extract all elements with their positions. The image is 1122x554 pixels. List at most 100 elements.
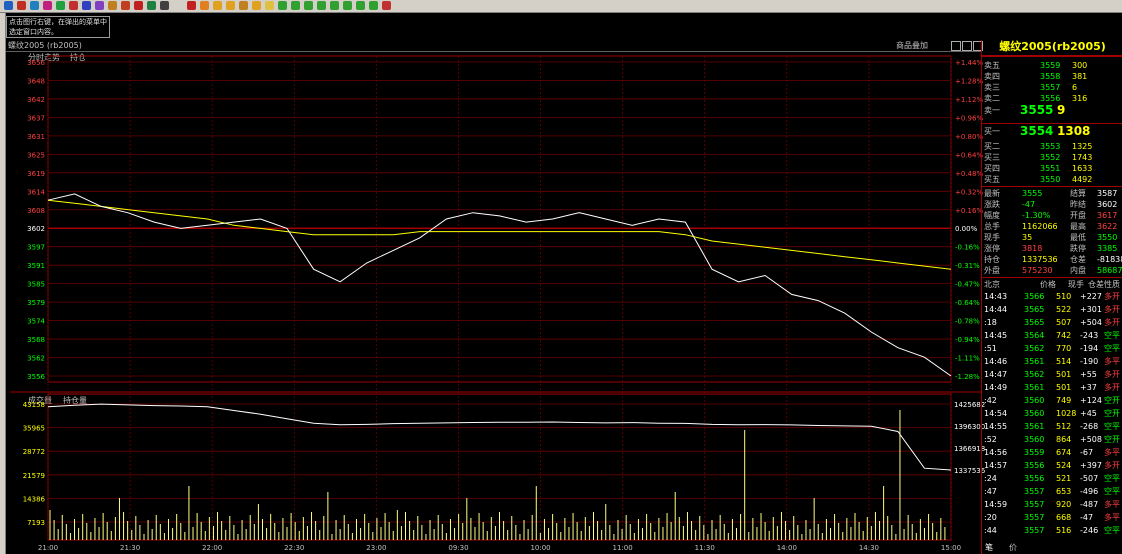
trade-row: :20 3557 668 -47 多平 (982, 512, 1122, 523)
stat-label: 持仓 (984, 255, 1000, 264)
stat-label: 仓差 (1070, 255, 1086, 264)
stat-label: 跌停 (1070, 244, 1086, 253)
trade-nature: 多开 (1104, 370, 1120, 379)
ask-volume: 9 (1057, 103, 1066, 117)
price-tick: 3602 (27, 225, 45, 233)
grid (10, 55, 981, 541)
trade-price: 3560 (1024, 409, 1045, 418)
pct-tick: +0.80% (955, 133, 983, 141)
stat-label: 幅度 (984, 211, 1000, 220)
trade-nature: 空平 (1104, 474, 1120, 483)
bid-volume: 4492 (1072, 175, 1093, 184)
trade-time: :20 (984, 513, 997, 522)
trade-row: :44 3557 516 -246 空平 (982, 525, 1122, 536)
stat-value: -1.30% (1022, 211, 1051, 220)
pct-tick: +0.64% (955, 151, 983, 159)
trade-nature: 多开 (1104, 305, 1120, 314)
trade-price: 3557 (1024, 526, 1045, 535)
tab-ticks[interactable]: 笔 (985, 542, 993, 553)
quote-title: 螺纹2005(rb2005) (999, 40, 1106, 53)
trade-volume: 920 (1056, 500, 1072, 509)
bid-row: 买三 3552 1743 (982, 152, 1122, 163)
stat-value: -47 (1022, 200, 1036, 209)
trade-oi-change: -507 (1080, 474, 1099, 483)
trade-volume: 864 (1056, 435, 1072, 444)
pct-tick: -0.16% (955, 244, 980, 252)
trade-time: :52 (984, 435, 997, 444)
trade-volume: 742 (1056, 331, 1072, 340)
intraday-chart[interactable]: 3656 3648 3642 3637 3631 3625 3619 3614 3608 3602… (0, 0, 1122, 554)
price-tick: 3608 (27, 207, 45, 215)
trade-volume: 1028 (1056, 409, 1077, 418)
ask-row: 卖四 3558 381 (982, 71, 1122, 82)
trade-nature: 空开 (1104, 409, 1120, 418)
stat-value: 575230 (1022, 266, 1053, 275)
trade-row: :42 3560 749 +124 空开 (982, 395, 1122, 406)
trade-volume: 507 (1056, 318, 1072, 327)
tab-price[interactable]: 价 (1009, 542, 1017, 553)
trade-price: 3556 (1024, 461, 1045, 470)
time-tick: 21:00 (38, 544, 58, 552)
trade-nature: 多平 (1104, 513, 1120, 522)
bid-label: 买二 (984, 142, 1000, 151)
trade-volume: 514 (1056, 357, 1072, 366)
ask-price: 3555 (1020, 103, 1054, 117)
trade-nature: 多开 (1104, 461, 1120, 470)
trade-oi-change: -246 (1080, 526, 1099, 535)
ask-volume: 300 (1072, 61, 1088, 70)
ask-price: 3558 (1040, 72, 1061, 81)
trade-price: 3560 (1024, 435, 1045, 444)
trade-nature: 空平 (1104, 344, 1120, 353)
pct-tick: -0.64% (955, 299, 980, 307)
pct-tick: +0.48% (955, 170, 983, 178)
trade-volume: 770 (1056, 344, 1072, 353)
trade-oi-change: +37 (1080, 383, 1097, 392)
time-tick: 14:00 (777, 544, 797, 552)
trade-price: 3565 (1024, 305, 1045, 314)
price-tick: 3585 (27, 281, 45, 289)
trade-volume: 516 (1056, 526, 1072, 535)
stat-value: 3550 (1097, 233, 1118, 242)
pct-tick: -1.28% (955, 373, 980, 381)
time-tick: 21:30 (120, 544, 140, 552)
bid-price: 3553 (1040, 142, 1061, 151)
stat-row: 最新 3555 结算 3587 (982, 188, 1122, 199)
trade-price: 3557 (1024, 500, 1045, 509)
trade-row: 14:59 3557 920 -487 多平 (982, 499, 1122, 510)
trade-nature: 多平 (1104, 448, 1120, 457)
pct-tick: 0.00% (955, 225, 978, 233)
trade-row: 14:43 3566 510 +227 多开 (982, 291, 1122, 302)
ask-label: 卖一 (984, 106, 1000, 115)
avg-price-line (47, 199, 952, 270)
bid-label: 买一 (984, 127, 1000, 136)
trade-volume: 749 (1056, 396, 1072, 405)
ask-row: 卖三 3557 6 (982, 82, 1122, 93)
trade-nature: 多开 (1104, 292, 1120, 301)
pct-tick: -1.11% (955, 355, 980, 363)
stat-value: 586878 (1097, 266, 1122, 275)
trade-nature: 多平 (1104, 357, 1120, 366)
trade-header: 仓差 (1088, 280, 1104, 289)
trade-time: :47 (984, 487, 997, 496)
stat-label: 外盘 (984, 266, 1000, 275)
stat-row: 涨跌 -47 昨结 3602 (982, 199, 1122, 210)
divider (982, 55, 1122, 57)
trade-time: 14:43 (984, 292, 1008, 301)
time-tick: 23:00 (366, 544, 386, 552)
price-tick: 3614 (27, 188, 45, 196)
price-frame (47, 55, 952, 383)
bid-price: 3554 (1020, 124, 1054, 138)
price-tick: 3631 (27, 133, 45, 141)
trade-time: 14:59 (984, 500, 1008, 509)
stat-row: 幅度 -1.30% 开盘 3617 (982, 210, 1122, 221)
trade-row: 14:44 3565 522 +301 多开 (982, 304, 1122, 315)
trade-time: 14:57 (984, 461, 1008, 470)
stat-value: 3818 (1022, 244, 1043, 253)
trade-oi-change: -194 (1080, 344, 1099, 353)
trade-time: :24 (984, 474, 997, 483)
divider (982, 186, 1122, 187)
trade-row: :47 3557 653 -496 空平 (982, 486, 1122, 497)
pct-tick: +1.44% (955, 59, 983, 67)
price-tick: 3597 (27, 244, 45, 252)
price-tick: 3574 (27, 318, 45, 326)
